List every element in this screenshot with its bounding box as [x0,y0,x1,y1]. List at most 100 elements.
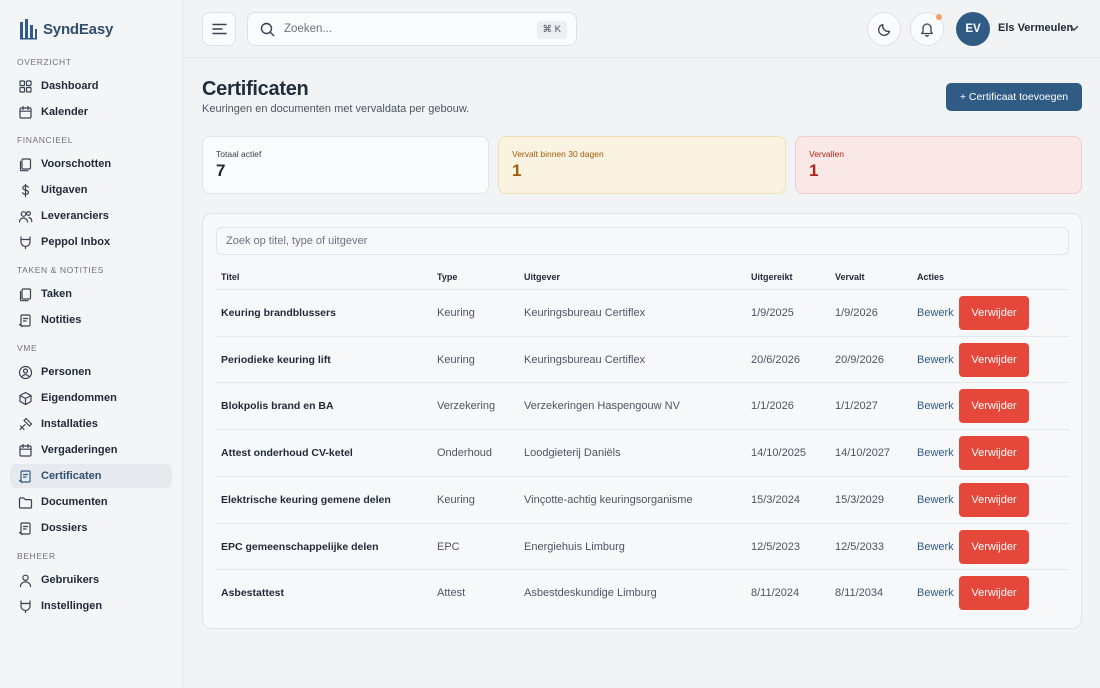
plug-icon [18,599,33,614]
edit-link[interactable]: Bewerk [917,354,954,366]
cell-issued: 1/1/2026 [751,400,794,413]
sidebar-item-uitgaven[interactable]: Uitgaven [10,178,172,202]
sidebar-item-taken[interactable]: Taken [10,282,172,306]
chevron-down-icon[interactable] [1069,23,1079,33]
edit-link[interactable]: Bewerk [917,587,954,599]
stat-expired: Vervallen 1 [795,136,1082,194]
table-row: Blokpolis brand en BA Verzekering Verzeker… [216,382,1069,428]
calendar-icon [18,105,33,120]
filter-input[interactable]: Zoek op titel, type of uitgever [216,227,1069,255]
sidebar-item-personen[interactable]: Personen [10,360,172,384]
cell-expires: 14/10/2027 [835,447,891,460]
cell-title: Periodieke keuring lift [221,353,331,366]
menu-toggle-button[interactable] [202,12,236,46]
sidebar-item-eigendommen[interactable]: Eigendommen [10,386,172,410]
sidebar-item-gebruikers[interactable]: Gebruikers [10,568,172,592]
folder-icon [18,495,33,510]
page-title: Certificaten [202,78,309,100]
cell-issuer: Verzekeringen Haspengouw NV [524,400,680,413]
edit-link[interactable]: Bewerk [917,494,954,506]
cell-type: Verzekering [437,400,496,413]
cell-expires: 15/3/2029 [835,493,884,506]
edit-link[interactable]: Bewerk [917,400,954,412]
sidebar-item-peppol-inbox[interactable]: Peppol Inbox [10,230,172,254]
user-icon [18,573,33,588]
sidebar-item-label: Leveranciers [41,210,109,222]
sidebar-item-label: Notities [41,314,82,326]
sidebar-item-vergaderingen[interactable]: Vergaderingen [10,438,172,462]
th-issuer[interactable]: Uitgever [524,272,560,282]
table-row: Attest onderhoud CV-ketel Onderhoud Loodgi… [216,429,1069,475]
delete-button[interactable]: Verwijder [959,296,1029,330]
cell-expires: 8/11/2034 [835,587,884,600]
dollar-icon [18,183,33,198]
cell-title: Elektrische keuring gemene delen [221,493,391,506]
cell-expires: 20/9/2026 [835,353,884,366]
cell-issued: 1/9/2025 [751,307,794,319]
edit-link[interactable]: Bewerk [917,307,954,319]
stat-label: Vervalt binnen 30 dagen [512,149,604,159]
sidebar-item-installaties[interactable]: Installaties [10,412,172,436]
sidebar-item-label: Dossiers [41,522,88,534]
cell-issued: 8/11/2024 [751,587,800,600]
sidebar-item-label: Gebruikers [41,574,100,586]
edit-link[interactable]: Bewerk [917,541,954,553]
delete-button[interactable]: Verwijder [959,482,1029,517]
table-row: Periodieke keuring lift Keuring Keuringsbu… [216,335,1069,382]
wrench-icon [18,417,33,432]
stat-label: Vervallen [809,149,844,159]
logo[interactable]: SyndEasy [19,14,182,44]
box-icon [18,391,33,406]
sidebar-item-voorschotten[interactable]: Voorschotten [10,152,172,176]
cell-type: Attest [437,587,466,600]
certificates-card: Zoek op titel, type of uitgever Titel Typ… [202,213,1082,629]
sidebar-item-leveranciers[interactable]: Leveranciers [10,204,172,228]
cell-issuer: Loodgieterij Daniëls [524,447,621,460]
cell-type: Onderhoud [437,447,493,460]
sidebar-item-label: Kalender [41,106,89,118]
delete-button[interactable]: Verwijder [959,342,1029,377]
th-title[interactable]: Titel [221,272,239,282]
nav-section-title: OVERZICHT [17,57,72,67]
add-certificate-button[interactable]: + Certificaat toevoegen [946,83,1082,111]
sidebar-item-label: Voorschotten [41,158,112,170]
sidebar-item-certificaten[interactable]: Certificaten [10,464,172,488]
theme-toggle-button[interactable] [867,12,901,46]
copy-icon [18,287,33,302]
delete-button[interactable]: Verwijder [959,529,1029,564]
page-subtitle: Keuringen en documenten met vervaldata p… [202,103,470,115]
plug-icon [18,235,33,250]
sidebar: SyndEasy OVERZICHT Dashboard Kalender FINAN… [0,0,183,688]
cell-title: Keuring brandblussers [221,307,336,319]
sidebar-item-dashboard[interactable]: Dashboard [10,74,172,98]
th-actions[interactable]: Acties [917,272,944,282]
search-box[interactable]: Zoeken... ⌘ K [247,12,577,46]
avatar[interactable]: EV [956,12,990,46]
sidebar-item-label: Certificaten [41,470,102,482]
cell-issuer: Keuringsbureau Certiflex [524,307,646,319]
th-type[interactable]: Type [437,272,457,282]
th-expires[interactable]: Vervalt [835,272,865,282]
note-icon [18,469,33,484]
delete-button[interactable]: Verwijder [959,436,1029,471]
search-input[interactable]: Zoeken... [284,23,332,35]
sidebar-item-instellingen[interactable]: Instellingen [10,594,172,618]
sidebar-item-notities[interactable]: Notities [10,308,172,332]
sidebar-item-documenten[interactable]: Documenten [10,490,172,514]
cell-title: EPC gemeenschappelijke delen [221,540,379,553]
bell-icon [921,22,933,37]
notifications-button[interactable] [910,12,944,46]
th-issued[interactable]: Uitgereikt [751,272,793,282]
delete-button[interactable]: Verwijder [959,389,1029,424]
cell-title: Blokpolis brand en BA [221,400,334,413]
copy-icon [18,157,33,172]
edit-link[interactable]: Bewerk [917,447,954,459]
delete-button[interactable]: Verwijder [959,576,1029,611]
sidebar-item-dossiers[interactable]: Dossiers [10,516,172,540]
cell-issued: 12/5/2023 [751,540,800,553]
sidebar-nav: OVERZICHT Dashboard Kalender FINANCIEEL Voor… [0,57,182,629]
sidebar-item-kalender[interactable]: Kalender [10,100,172,124]
user-name[interactable]: Els Vermeulen [998,22,1073,34]
cell-type: Keuring [437,353,475,366]
table-row: Elektrische keuring gemene delen Keuring V… [216,475,1069,522]
